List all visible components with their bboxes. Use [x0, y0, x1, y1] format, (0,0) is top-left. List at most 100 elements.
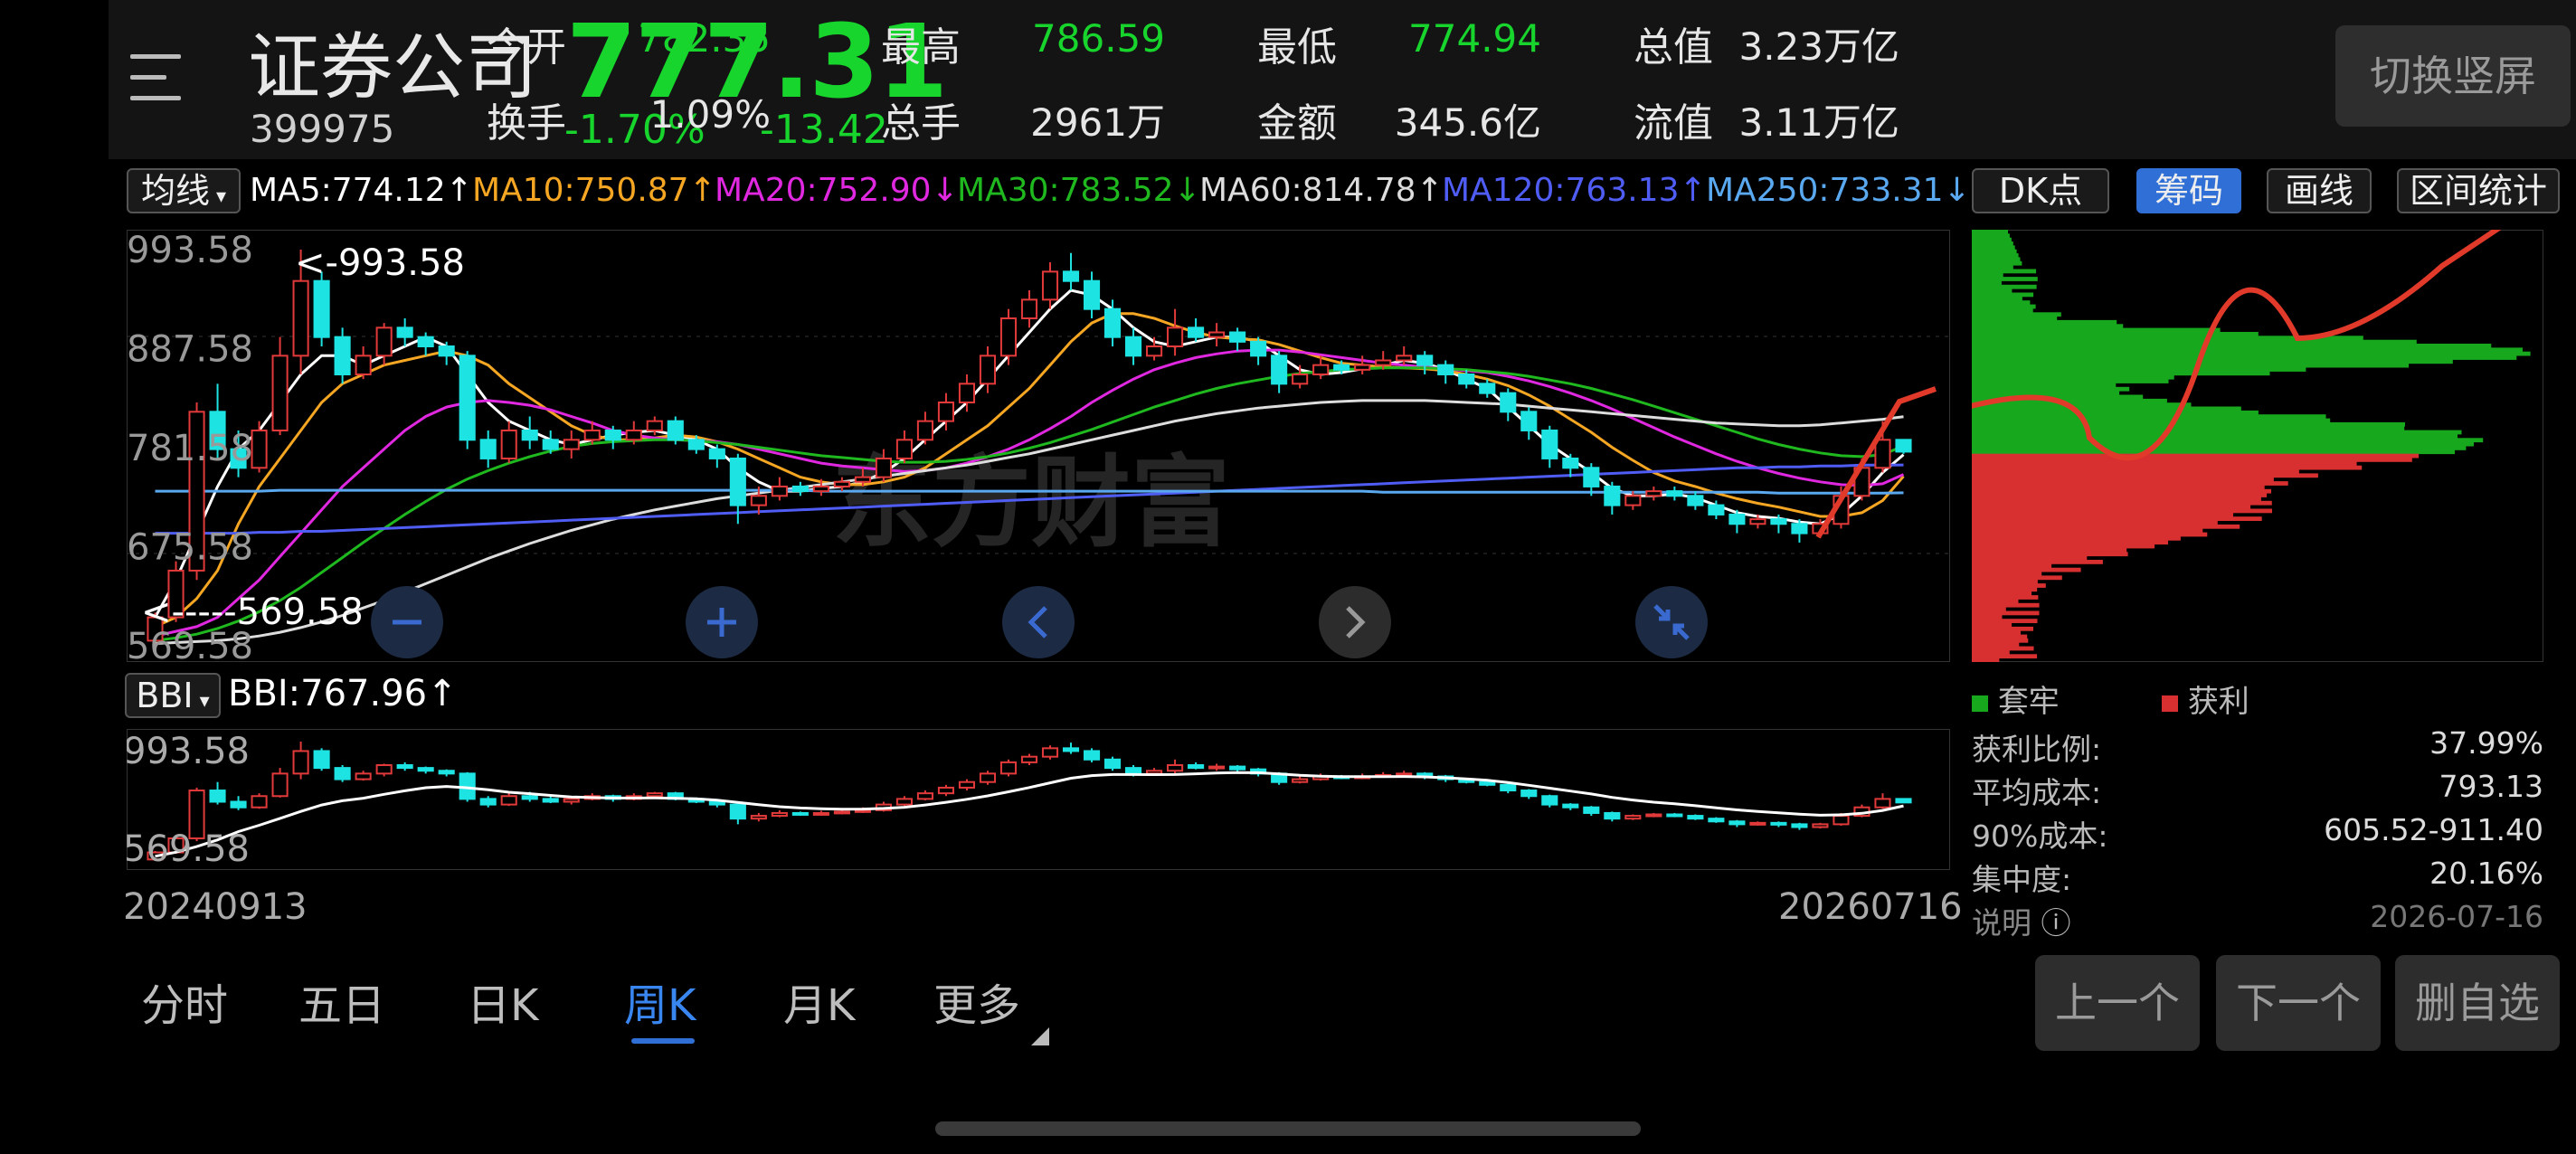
chip-bar	[1972, 465, 2363, 470]
chip-bar	[1972, 493, 2268, 497]
ma-legend-item[interactable]: MA120:763.13↑	[1442, 172, 1707, 209]
menu-icon[interactable]	[130, 49, 188, 107]
chip-bar	[1972, 505, 2251, 509]
chip-bar	[1972, 351, 2531, 356]
draw-line-button[interactable]: 画线	[2267, 168, 2372, 213]
remove-watchlist-button[interactable]: 删自选	[2395, 955, 2560, 1051]
scroll-right-button[interactable]	[1319, 586, 1391, 658]
chip-bar	[1972, 363, 2410, 368]
chip-bar	[1972, 367, 2306, 372]
scroll-left-button[interactable]	[1002, 586, 1075, 658]
next-stock-button[interactable]: 下一个	[2216, 955, 2381, 1051]
sub-indicator-selector[interactable]: BBI ▾	[125, 673, 221, 718]
legend-trapped-label: 套牢	[1997, 684, 2060, 720]
chip-bar	[1972, 528, 2203, 534]
chip-info-label: 集中度:	[1972, 862, 2072, 897]
chip-bar	[1972, 344, 2492, 348]
chip-bar	[1972, 449, 2455, 455]
candle	[1895, 439, 1912, 454]
bbi-candle	[791, 811, 809, 817]
chip-bar	[1972, 332, 2259, 336]
more-corner-icon	[1031, 1027, 1049, 1045]
chip-bar	[1972, 319, 2117, 325]
chip-bar	[1972, 434, 2458, 439]
range-stats-button[interactable]: 区间统计	[2397, 168, 2560, 213]
bbi-candle	[1041, 745, 1059, 760]
zoom-out-button[interactable]	[371, 586, 443, 658]
chip-bar	[1972, 646, 2034, 651]
legend-profit: 获利	[2162, 676, 2249, 721]
chip-bar	[1972, 591, 2031, 596]
ma-legend-item[interactable]: MA20:752.90↓	[715, 172, 959, 209]
chip-bar	[1972, 638, 2029, 643]
tab-1[interactable]: 五日	[298, 970, 385, 1033]
max-marker: <-993.58	[295, 242, 465, 284]
chip-bar	[1972, 572, 2042, 576]
chip-bar	[1972, 642, 2020, 648]
chip-bar	[1972, 532, 2208, 537]
chip-bar	[1972, 446, 2467, 450]
quote-value: 1.09%	[649, 92, 771, 137]
ma-legend-item[interactable]: MA10:750.87↑	[472, 172, 716, 209]
ma-selector[interactable]: 均线 ▾	[127, 168, 241, 213]
chip-distribution-button[interactable]: 筹码	[2136, 168, 2241, 213]
ma-legend-item[interactable]: MA250:733.31↓	[1706, 172, 1971, 209]
candlestick-chart[interactable]: 东方财富 993.58887.58781.58675.58569.58 <-99…	[127, 230, 1950, 662]
bbi-candle	[334, 765, 351, 782]
tab-4[interactable]: 月K	[783, 970, 855, 1033]
chip-info-value: 37.99%	[2429, 725, 2543, 761]
chip-bar	[1972, 634, 2028, 639]
legend-trapped: 套牢	[1972, 676, 2060, 721]
tab-3[interactable]: 周K	[624, 970, 696, 1033]
info-icon[interactable]: ⓘ	[2031, 905, 2070, 941]
chip-bar	[1972, 386, 2130, 392]
chip-bar	[1972, 614, 2003, 620]
dk-point-button[interactable]: DK点	[1972, 168, 2109, 213]
chip-bar	[1972, 458, 2412, 462]
chip-bar	[1972, 500, 2272, 506]
ma-legend-item[interactable]: MA5:774.12↑	[250, 172, 473, 209]
tab-2[interactable]: 日K	[467, 970, 538, 1033]
bbi-candle	[1708, 817, 1725, 823]
reset-zoom-button[interactable]	[1635, 586, 1708, 658]
zoom-in-button[interactable]	[686, 586, 758, 658]
chip-bar	[1972, 245, 2015, 251]
bbi-candle	[999, 759, 1018, 777]
bbi-chart[interactable]: 993.58 569.58	[127, 729, 1950, 870]
chip-bar	[1972, 249, 2017, 254]
chip-bar	[1972, 607, 2006, 611]
chip-bar	[1972, 241, 2013, 246]
chip-bar	[1972, 383, 2117, 388]
chip-bar	[1972, 371, 2270, 376]
ma-legend-item[interactable]: MA60:814.78↑	[1199, 172, 1444, 209]
tab-5[interactable]: 更多	[933, 970, 1020, 1033]
dk-point-label: DK点	[1998, 171, 2083, 211]
chip-bar	[1972, 312, 2061, 317]
chip-bar	[1972, 563, 2052, 569]
y-tick-label: 781.58	[127, 428, 253, 469]
y-tick-label: 887.58	[127, 329, 253, 371]
trapped-swatch	[1972, 695, 1988, 712]
chip-bar	[1972, 421, 2405, 427]
bbi-y-bottom: 569.58	[127, 828, 250, 870]
chip-bar	[1972, 512, 2233, 517]
home-indicator[interactable]	[935, 1121, 1641, 1136]
quote-value: 782.35	[638, 16, 771, 61]
chip-bar	[1972, 292, 2034, 298]
chip-bar	[1972, 477, 2274, 482]
chip-bar	[1972, 567, 2081, 572]
tab-0[interactable]: 分时	[141, 970, 228, 1033]
switch-portrait-button[interactable]: 切换竖屏	[2335, 25, 2571, 127]
chip-bar	[1972, 406, 2241, 411]
chip-bar	[1972, 300, 2031, 305]
prev-stock-button[interactable]: 上一个	[2035, 955, 2200, 1051]
quote-header: 证券公司 399975 777.31 -1.70% -13.42 今开 782.3…	[109, 0, 2576, 159]
chip-bar	[1972, 488, 2271, 494]
chip-bar	[1972, 473, 2318, 478]
chip-bar	[1972, 622, 2012, 628]
profit-swatch	[2162, 695, 2178, 712]
chip-info-row: 获利比例: 37.99%	[1972, 725, 2543, 769]
ma-legend-item[interactable]: MA30:783.52↓	[957, 172, 1201, 209]
chip-bar	[1972, 230, 2008, 234]
chip-info-value: 605.52-911.40	[2324, 812, 2543, 847]
